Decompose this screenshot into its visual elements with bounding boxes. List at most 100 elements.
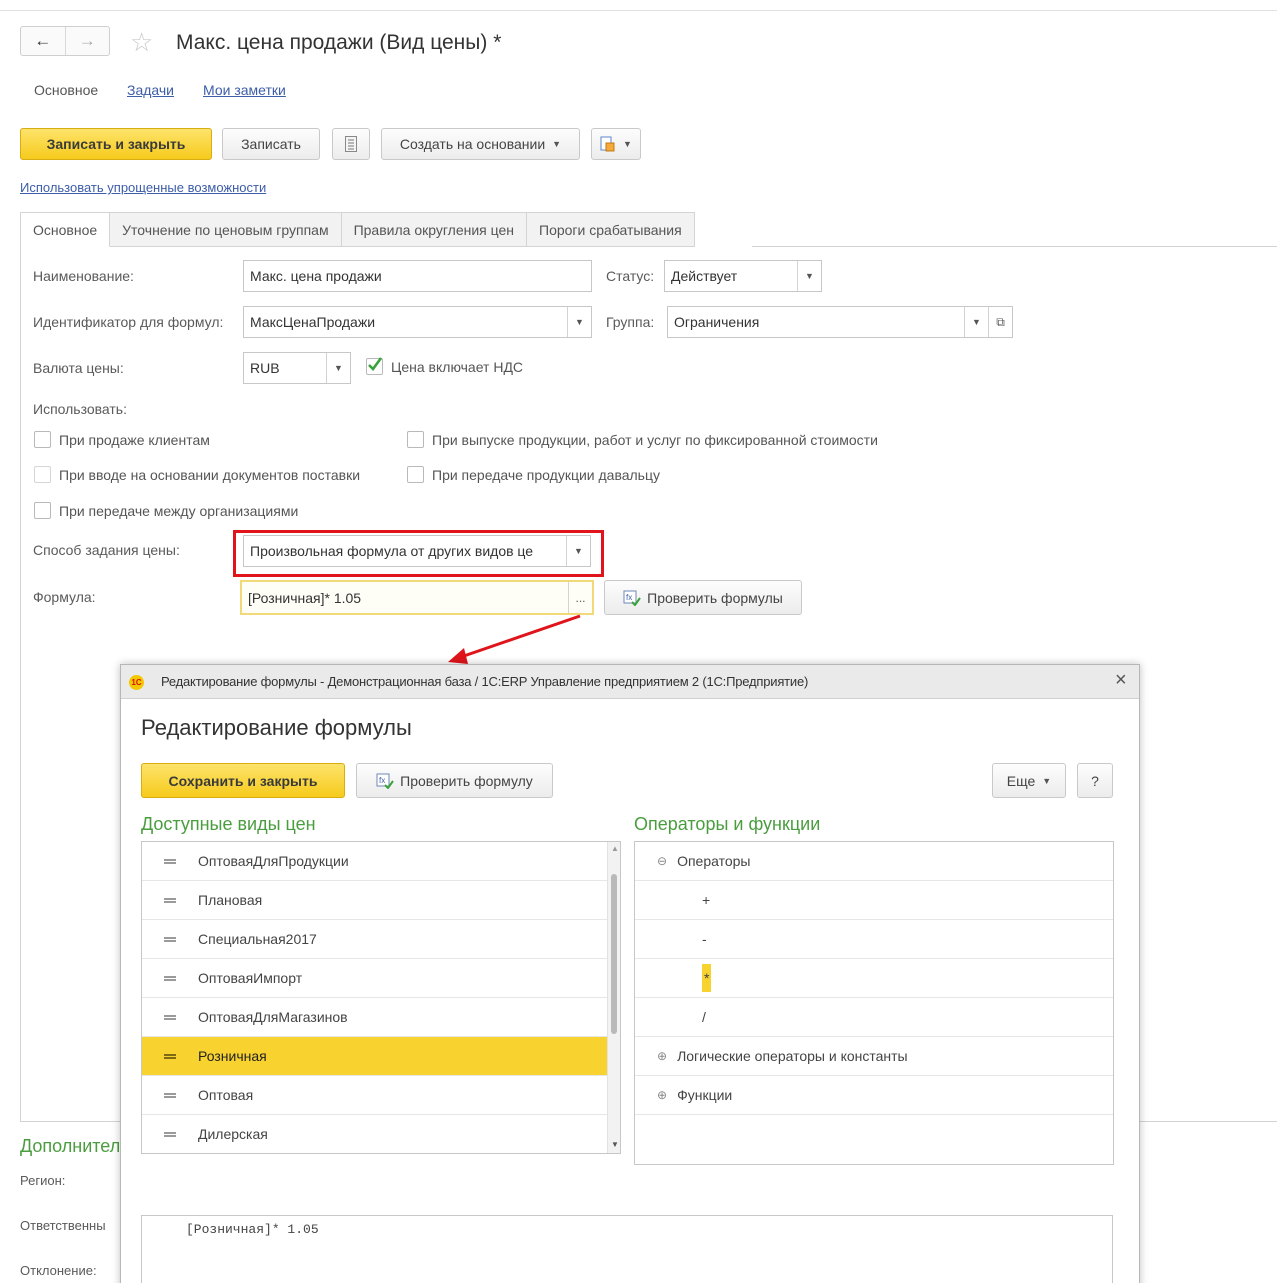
tree-item-div[interactable]: / xyxy=(635,998,1113,1037)
check-formula-label: Проверить формулу xyxy=(400,772,533,789)
prices-header: Доступные виды цен xyxy=(141,814,316,834)
check-formula-button[interactable]: fx Проверить формулу xyxy=(356,763,553,798)
price-types-list[interactable]: ОптоваяДляПродукции Плановая Специальная… xyxy=(141,841,621,1154)
checkbox-fixed-cost[interactable]: При выпуске продукции, работ и услуг по … xyxy=(407,431,878,448)
report-menu-button[interactable]: ▼ xyxy=(591,128,641,160)
highlight-box xyxy=(233,530,604,577)
list-item[interactable]: Плановая xyxy=(142,881,608,920)
scroll-thumb[interactable] xyxy=(611,874,617,1034)
favorite-star-icon[interactable]: ☆ xyxy=(130,27,153,57)
tree-item-label: + xyxy=(702,892,711,908)
list-item-label: Специальная2017 xyxy=(198,931,317,947)
tab-main[interactable]: Основное xyxy=(20,212,111,247)
list-item-label: Плановая xyxy=(198,892,263,908)
formula-value: [Розничная]* 1.05 xyxy=(248,589,362,606)
scrollbar[interactable]: ▲ ▼ xyxy=(607,842,620,1153)
help-button[interactable]: ? xyxy=(1077,763,1113,798)
save-close-button[interactable]: Записать и закрыть xyxy=(20,128,212,160)
dialog-titlebar: 1C Редактирование формулы - Демонстрацио… xyxy=(121,665,1139,699)
back-button[interactable]: ← xyxy=(21,27,65,55)
list-item-label: Дилерская xyxy=(198,1126,268,1142)
more-button[interactable]: Еще ▼ xyxy=(992,763,1066,798)
id-value: МаксЦенаПродажи xyxy=(250,314,376,330)
currency-label: Валюта цены: xyxy=(33,360,124,376)
list-item[interactable]: ОптоваяДляМагазинов xyxy=(142,998,608,1037)
tab-price-groups[interactable]: Уточнение по ценовым группам xyxy=(110,212,342,247)
collapse-icon[interactable]: ⊖ xyxy=(657,854,667,868)
scroll-down-icon[interactable]: ▼ xyxy=(611,1140,619,1149)
tree-item-operators[interactable]: ⊖ Операторы xyxy=(635,842,1113,881)
save-button[interactable]: Записать xyxy=(222,128,320,160)
subnav-notes[interactable]: Мои заметки xyxy=(203,82,286,98)
dialog-caption: Редактирование формулы - Демонстрационна… xyxy=(161,674,809,689)
tree-item-label: - xyxy=(702,931,707,947)
checkbox[interactable] xyxy=(34,431,51,448)
dialog-save-close-button[interactable]: Сохранить и закрыть xyxy=(141,763,345,798)
operators-tree[interactable]: ⊖ Операторы + - * / ⊕ Логические операторы… xyxy=(634,841,1114,1165)
scroll-up-icon[interactable]: ▲ xyxy=(611,844,619,853)
chevron-down-icon[interactable]: ▼ xyxy=(326,353,350,383)
tab-rounding[interactable]: Правила округления цен xyxy=(341,212,528,247)
id-select[interactable]: МаксЦенаПродажи ▼ xyxy=(243,306,592,338)
region-label: Регион: xyxy=(20,1173,66,1188)
tree-item-mult[interactable]: * xyxy=(635,959,1113,998)
formula-textarea[interactable]: [Розничная]* 1.05 xyxy=(141,1215,1113,1283)
dialog-title: Редактирование формулы xyxy=(141,715,412,740)
simplified-mode-link[interactable]: Использовать упрощенные возможности xyxy=(20,180,266,195)
check-icon xyxy=(368,357,383,371)
equals-icon xyxy=(164,1131,176,1137)
subnav-tasks[interactable]: Задачи xyxy=(127,82,174,98)
create-based-button[interactable]: Создать на основании ▼ xyxy=(381,128,580,160)
checkbox[interactable] xyxy=(34,502,51,519)
subnav-main[interactable]: Основное xyxy=(34,82,98,98)
list-item[interactable]: Оптовая xyxy=(142,1076,608,1115)
create-based-label: Создать на основании xyxy=(399,136,546,152)
tab-thresholds[interactable]: Пороги срабатывания xyxy=(527,212,695,247)
formula-edit-button[interactable]: ... xyxy=(568,582,592,613)
group-select[interactable]: Ограничения ▼ ⧉ xyxy=(667,306,1013,338)
open-icon[interactable]: ⧉ xyxy=(988,307,1012,337)
vat-checkbox-row[interactable]: Цена включает НДС xyxy=(366,357,523,375)
svg-text:fx: fx xyxy=(379,776,385,785)
list-item[interactable]: Дилерская xyxy=(142,1115,608,1153)
vat-checkbox[interactable] xyxy=(366,357,383,375)
tree-item-minus[interactable]: - xyxy=(635,920,1113,959)
equals-icon xyxy=(164,1014,176,1020)
equals-icon xyxy=(164,858,176,864)
tree-item-label: Логические операторы и константы xyxy=(677,1048,908,1064)
checkbox-supply-docs[interactable]: При вводе на основании документов постав… xyxy=(34,466,360,483)
checkbox-sale-clients[interactable]: При продаже клиентам xyxy=(34,431,210,448)
checkbox-label: При выпуске продукции, работ и услуг по … xyxy=(432,431,878,448)
equals-icon xyxy=(164,975,176,981)
forward-button[interactable]: → xyxy=(64,27,110,55)
tree-item-functions[interactable]: ⊕ Функции xyxy=(635,1076,1113,1115)
checkbox-tolling[interactable]: При передаче продукции давальцу xyxy=(407,466,660,483)
chevron-down-icon[interactable]: ▼ xyxy=(964,307,988,337)
chevron-down-icon[interactable]: ▼ xyxy=(567,307,591,337)
expand-icon[interactable]: ⊕ xyxy=(657,1088,667,1102)
status-select[interactable]: Действует ▼ xyxy=(664,260,822,292)
list-item-selected[interactable]: Розничная xyxy=(142,1037,608,1076)
list-item[interactable]: Специальная2017 xyxy=(142,920,608,959)
checkbox[interactable] xyxy=(407,466,424,483)
checkbox-between-orgs[interactable]: При передаче между организациями xyxy=(34,502,298,519)
list-item[interactable]: ОптоваяИмпорт xyxy=(142,959,608,998)
list-item[interactable]: ОптоваяДляПродукции xyxy=(142,842,608,881)
formula-editor-dialog: 1C Редактирование формулы - Демонстрацио… xyxy=(120,664,1140,1283)
status-label: Статус: xyxy=(606,268,655,284)
currency-select[interactable]: RUB ▼ xyxy=(243,352,351,384)
tree-item-logical[interactable]: ⊕ Логические операторы и константы xyxy=(635,1037,1113,1076)
tree-item-label: * xyxy=(702,964,712,992)
checkbox[interactable] xyxy=(34,466,51,483)
checkbox[interactable] xyxy=(407,431,424,448)
app-logo-icon: 1C xyxy=(129,675,144,690)
name-input[interactable]: Макс. цена продажи xyxy=(243,260,592,292)
list-icon[interactable] xyxy=(332,128,370,160)
deviation-label: Отклонение: xyxy=(20,1263,97,1278)
tree-item-plus[interactable]: + xyxy=(635,881,1113,920)
check-formulas-button[interactable]: fx Проверить формулы xyxy=(604,580,802,615)
expand-icon[interactable]: ⊕ xyxy=(657,1049,667,1063)
chevron-down-icon[interactable]: ▼ xyxy=(797,261,821,291)
close-icon[interactable]: × xyxy=(1115,669,1127,692)
additional-header: Дополнител xyxy=(20,1136,121,1156)
